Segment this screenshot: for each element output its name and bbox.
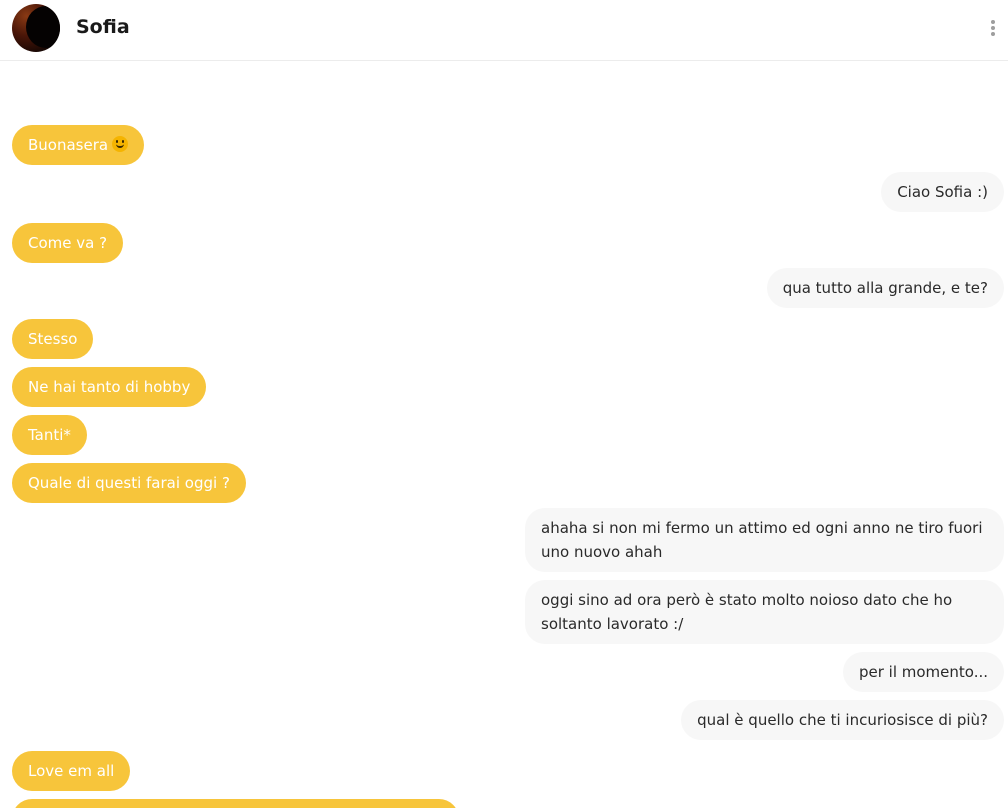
avatar-photo [26,6,60,48]
message-bubble-outgoing: oggi sino ad ora però è stato molto noio… [525,580,1004,644]
message-bubble-incoming: Quale di questi farai oggi ? [12,463,246,503]
message-bubble-incoming: Stesso [12,319,94,359]
message-text: Come va ? [28,234,108,252]
message-bubble-incoming-partial [12,799,459,808]
message-text: qual è quello che ti incuriosisce di più… [697,711,988,729]
message-text: ahaha si non mi fermo un attimo ed ogni … [541,519,983,561]
message-bubble-incoming: Love em all [12,751,131,791]
message-text: Tanti* [28,426,71,444]
message-bubble-outgoing: qual è quello che ti incuriosisce di più… [681,700,1004,740]
contact-name[interactable]: Sofia [76,14,130,40]
message-bubble-outgoing: Ciao Sofia :) [881,172,1004,212]
message-text: Stesso [28,330,78,348]
message-text: qua tutto alla grande, e te? [782,279,988,297]
message-bubble-incoming: Buonasera [12,125,145,165]
kebab-menu-icon[interactable] [987,18,999,38]
message-bubble-incoming: Tanti* [12,415,87,455]
message-bubble-incoming: Ne hai tanto di hobby [12,367,207,407]
message-bubble-outgoing: per il momento... [842,652,1004,692]
message-text: Ne hai tanto di hobby [28,378,191,396]
message-text: Love em all [28,762,115,780]
avatar[interactable] [12,4,60,52]
smiling-face-emoji-icon [112,136,129,152]
chat-header: Sofia [0,0,1008,61]
message-text: per il momento... [858,663,988,681]
message-bubble-outgoing: ahaha si non mi fermo un attimo ed ogni … [525,508,1004,572]
message-text: Ciao Sofia :) [897,183,988,201]
message-bubble-outgoing: qua tutto alla grande, e te? [766,268,1004,308]
message-text: Quale di questi farai oggi ? [28,474,230,492]
chat-window: Sofia Buonasera Ciao Sofia :) Come va ? … [0,0,1008,808]
message-list[interactable]: Buonasera Ciao Sofia :) Come va ? qua tu… [0,62,1008,808]
message-bubble-incoming: Come va ? [12,223,124,263]
message-text: Buonasera [28,136,109,154]
message-text: oggi sino ad ora però è stato molto noio… [541,591,953,633]
